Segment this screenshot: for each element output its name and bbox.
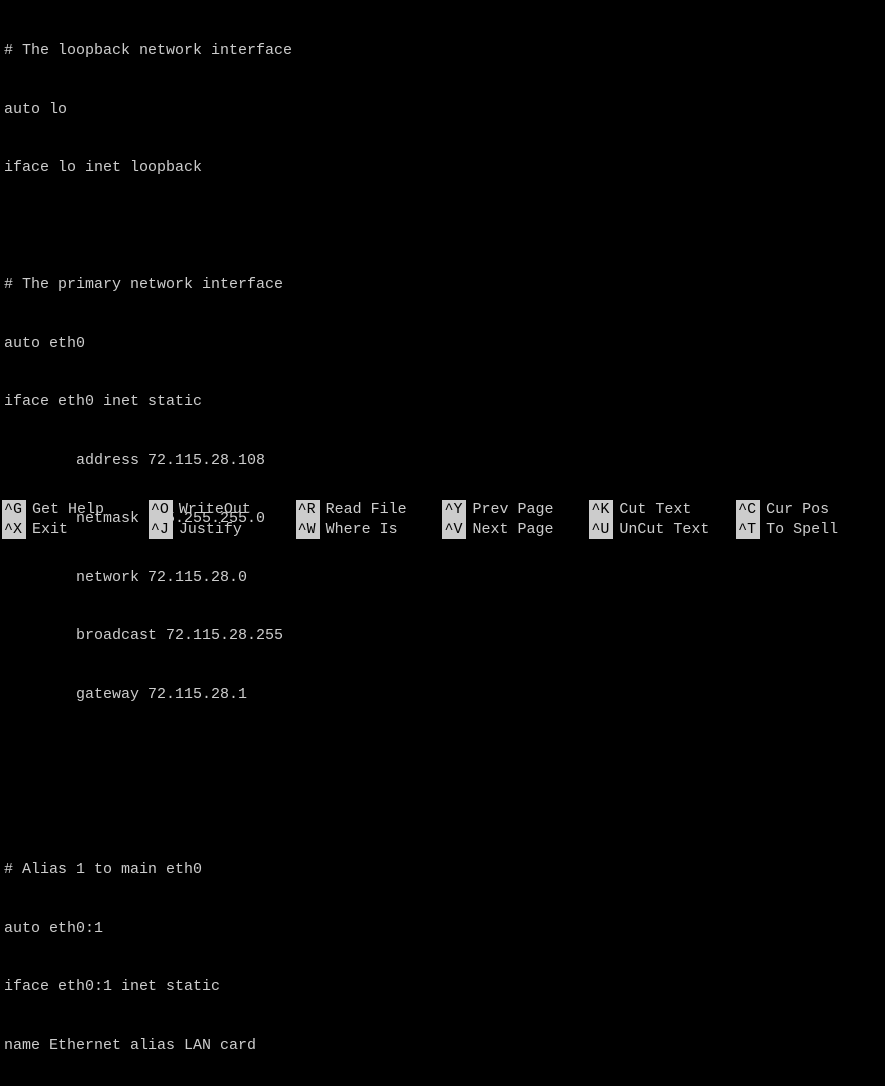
- key-hint: ^C: [736, 500, 760, 520]
- line-text: auto lo: [4, 101, 67, 118]
- editor-line: iface eth0 inet static: [4, 392, 881, 412]
- menu-label: Exit: [32, 520, 68, 540]
- line-text: gateway 72.115.28.1: [4, 686, 247, 703]
- editor-line: iface eth0:1 inet static: [4, 977, 881, 997]
- line-text: broadcast 72.115.28.255: [4, 627, 283, 644]
- editor-line: auto lo: [4, 100, 881, 120]
- key-hint: ^T: [736, 520, 760, 540]
- menu-where-is[interactable]: ^W Where Is: [296, 520, 443, 540]
- menu-writeout[interactable]: ^O WriteOut: [149, 500, 296, 520]
- line-text: # The primary network interface: [4, 276, 283, 293]
- key-hint: ^K: [589, 500, 613, 520]
- menu-label: Next Page: [472, 520, 553, 540]
- editor-line: [4, 802, 881, 822]
- editor-line: # The loopback network interface: [4, 41, 881, 61]
- menu-uncut-text[interactable]: ^U UnCut Text: [589, 520, 736, 540]
- menu-label: Where Is: [326, 520, 398, 540]
- line-text: # Alias 1 to main eth0: [4, 861, 202, 878]
- menu-next-page[interactable]: ^V Next Page: [442, 520, 589, 540]
- line-text: # The loopback network interface: [4, 42, 292, 59]
- key-hint: ^U: [589, 520, 613, 540]
- menu-to-spell[interactable]: ^T To Spell: [736, 520, 883, 540]
- line-text: iface lo inet loopback: [4, 159, 202, 176]
- editor-line: auto eth0: [4, 334, 881, 354]
- line-text: address 72.115.28.108: [4, 452, 265, 469]
- editor-line: name Ethernet alias LAN card: [4, 1036, 881, 1056]
- menu-label: Read File: [326, 500, 407, 520]
- editor-line: # The primary network interface: [4, 275, 881, 295]
- editor-line: gateway 72.115.28.1: [4, 685, 881, 705]
- editor-line: auto eth0:1: [4, 919, 881, 939]
- key-hint: ^J: [149, 520, 173, 540]
- menu-prev-page[interactable]: ^Y Prev Page: [442, 500, 589, 520]
- menu-label: Justify: [179, 520, 242, 540]
- menu-justify[interactable]: ^J Justify: [149, 520, 296, 540]
- line-text: iface eth0:1 inet static: [4, 978, 220, 995]
- menu-label: Get Help: [32, 500, 104, 520]
- menu-cut-text[interactable]: ^K Cut Text: [589, 500, 736, 520]
- editor-line: [4, 743, 881, 763]
- editor-line: # Alias 1 to main eth0: [4, 860, 881, 880]
- key-hint: ^Y: [442, 500, 466, 520]
- key-hint: ^X: [2, 520, 26, 540]
- editor-line: broadcast 72.115.28.255: [4, 626, 881, 646]
- editor-line: address 72.115.28.108: [4, 451, 881, 471]
- menu-label: WriteOut: [179, 500, 251, 520]
- menu-cur-pos[interactable]: ^C Cur Pos: [736, 500, 883, 520]
- menu-label: To Spell: [766, 520, 838, 540]
- line-text: auto eth0: [4, 335, 85, 352]
- line-text: iface eth0 inet static: [4, 393, 202, 410]
- key-hint: ^O: [149, 500, 173, 520]
- editor-area[interactable]: # The loopback network interface auto lo…: [0, 0, 885, 1086]
- menu-get-help[interactable]: ^G Get Help: [2, 500, 149, 520]
- shortcut-menu: ^G Get Help ^O WriteOut ^R Read File ^Y Prev…: [0, 498, 885, 543]
- editor-line: iface lo inet loopback: [4, 158, 881, 178]
- menu-label: Prev Page: [472, 500, 553, 520]
- line-text: name Ethernet alias LAN card: [4, 1037, 256, 1054]
- key-hint: ^V: [442, 520, 466, 540]
- key-hint: ^R: [296, 500, 320, 520]
- menu-label: UnCut Text: [619, 520, 709, 540]
- menu-read-file[interactable]: ^R Read File: [296, 500, 443, 520]
- line-text: auto eth0:1: [4, 920, 103, 937]
- editor-line: [4, 217, 881, 237]
- key-hint: ^W: [296, 520, 320, 540]
- menu-exit[interactable]: ^X Exit: [2, 520, 149, 540]
- key-hint: ^G: [2, 500, 26, 520]
- line-text: network 72.115.28.0: [4, 569, 247, 586]
- editor-line: network 72.115.28.0: [4, 568, 881, 588]
- menu-label: Cur Pos: [766, 500, 829, 520]
- menu-label: Cut Text: [619, 500, 691, 520]
